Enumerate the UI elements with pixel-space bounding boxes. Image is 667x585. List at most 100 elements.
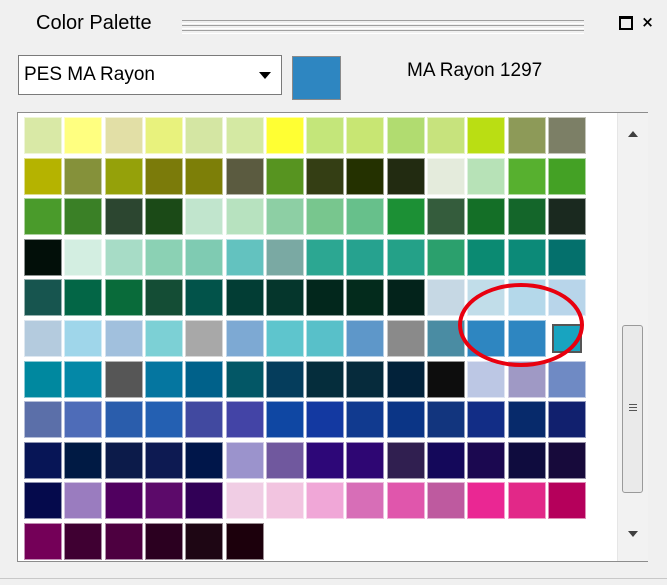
thread-brand-select[interactable]: PES MA Rayon <box>18 55 282 95</box>
color-swatch[interactable] <box>507 441 546 479</box>
color-swatch[interactable] <box>306 320 345 357</box>
color-swatch[interactable] <box>24 441 62 479</box>
color-swatch[interactable] <box>225 320 264 357</box>
color-swatch[interactable] <box>104 117 143 154</box>
color-swatch[interactable] <box>64 482 103 520</box>
color-swatch[interactable] <box>386 157 425 195</box>
color-swatch[interactable] <box>225 238 264 276</box>
color-swatch[interactable] <box>306 441 345 479</box>
color-swatch[interactable] <box>104 482 143 520</box>
color-swatch[interactable] <box>265 441 304 479</box>
color-swatch[interactable] <box>346 482 385 520</box>
color-swatch[interactable] <box>547 198 586 236</box>
color-swatch[interactable] <box>306 238 345 276</box>
color-swatch[interactable] <box>185 401 224 439</box>
color-swatch[interactable] <box>144 157 183 195</box>
color-swatch[interactable] <box>225 279 264 317</box>
color-swatch[interactable] <box>64 523 103 560</box>
scroll-up-icon[interactable] <box>628 131 638 137</box>
color-swatch[interactable] <box>507 360 546 398</box>
color-swatch[interactable] <box>427 117 465 154</box>
color-swatch[interactable] <box>225 441 264 479</box>
color-swatch[interactable] <box>64 198 103 236</box>
color-swatch[interactable] <box>265 198 304 236</box>
color-swatch[interactable] <box>346 198 385 236</box>
color-swatch[interactable] <box>144 441 183 479</box>
color-swatch[interactable] <box>346 117 385 154</box>
color-swatch[interactable] <box>386 117 425 154</box>
palette-scrollbar[interactable] <box>617 113 648 561</box>
color-swatch[interactable] <box>467 117 506 154</box>
color-swatch[interactable] <box>386 279 425 317</box>
color-swatch[interactable] <box>427 320 465 357</box>
color-swatch[interactable] <box>104 320 143 357</box>
color-swatch[interactable] <box>265 117 304 154</box>
color-swatch[interactable] <box>144 117 183 154</box>
color-swatch[interactable] <box>306 279 345 317</box>
color-swatch[interactable] <box>507 238 546 276</box>
color-swatch[interactable] <box>225 523 264 560</box>
color-swatch[interactable] <box>467 198 506 236</box>
color-swatch[interactable] <box>24 360 62 398</box>
color-swatch[interactable] <box>24 117 62 154</box>
color-swatch[interactable] <box>104 523 143 560</box>
color-swatch[interactable] <box>547 279 586 317</box>
scroll-thumb[interactable] <box>622 325 643 493</box>
color-swatch[interactable] <box>265 320 304 357</box>
color-swatch[interactable] <box>24 198 62 236</box>
color-swatch[interactable] <box>144 279 183 317</box>
color-swatch[interactable] <box>225 401 264 439</box>
color-swatch[interactable] <box>507 157 546 195</box>
color-swatch[interactable] <box>24 482 62 520</box>
color-swatch[interactable] <box>64 157 103 195</box>
color-swatch[interactable] <box>547 482 586 520</box>
color-swatch[interactable] <box>104 238 143 276</box>
color-swatch[interactable] <box>306 117 345 154</box>
color-swatch[interactable] <box>225 157 264 195</box>
color-swatch[interactable] <box>144 320 183 357</box>
color-swatch[interactable] <box>144 360 183 398</box>
color-swatch[interactable] <box>265 157 304 195</box>
color-swatch[interactable] <box>547 157 586 195</box>
color-swatch[interactable] <box>64 360 103 398</box>
color-swatch[interactable] <box>346 401 385 439</box>
color-swatch[interactable] <box>346 441 385 479</box>
color-swatch[interactable] <box>265 279 304 317</box>
color-swatch[interactable] <box>185 279 224 317</box>
color-swatch[interactable] <box>64 238 103 276</box>
scroll-down-icon[interactable] <box>628 531 638 537</box>
color-swatch[interactable] <box>185 523 224 560</box>
color-swatch[interactable] <box>386 401 425 439</box>
color-swatch[interactable] <box>24 238 62 276</box>
color-swatch[interactable] <box>386 198 425 236</box>
color-swatch[interactable] <box>306 482 345 520</box>
color-swatch[interactable] <box>144 238 183 276</box>
color-swatch[interactable] <box>386 320 425 357</box>
color-swatch[interactable] <box>64 441 103 479</box>
restore-button[interactable] <box>617 14 634 31</box>
color-swatch[interactable] <box>427 279 465 317</box>
color-swatch[interactable] <box>185 157 224 195</box>
color-swatch[interactable] <box>346 320 385 357</box>
color-swatch[interactable] <box>427 441 465 479</box>
color-swatch[interactable] <box>104 157 143 195</box>
color-swatch-selected[interactable] <box>547 320 586 357</box>
color-swatch[interactable] <box>144 401 183 439</box>
color-swatch[interactable] <box>507 401 546 439</box>
color-swatch[interactable] <box>306 198 345 236</box>
color-swatch[interactable] <box>64 117 103 154</box>
color-swatch[interactable] <box>104 401 143 439</box>
color-swatch[interactable] <box>547 401 586 439</box>
color-swatch[interactable] <box>386 441 425 479</box>
color-swatch[interactable] <box>185 320 224 357</box>
color-swatch[interactable] <box>467 320 506 357</box>
color-swatch[interactable] <box>507 320 546 357</box>
color-swatch[interactable] <box>346 279 385 317</box>
color-swatch[interactable] <box>185 360 224 398</box>
color-swatch[interactable] <box>427 238 465 276</box>
color-swatch[interactable] <box>185 198 224 236</box>
color-swatch[interactable] <box>547 360 586 398</box>
color-swatch[interactable] <box>507 198 546 236</box>
color-swatch[interactable] <box>144 198 183 236</box>
color-swatch[interactable] <box>386 360 425 398</box>
